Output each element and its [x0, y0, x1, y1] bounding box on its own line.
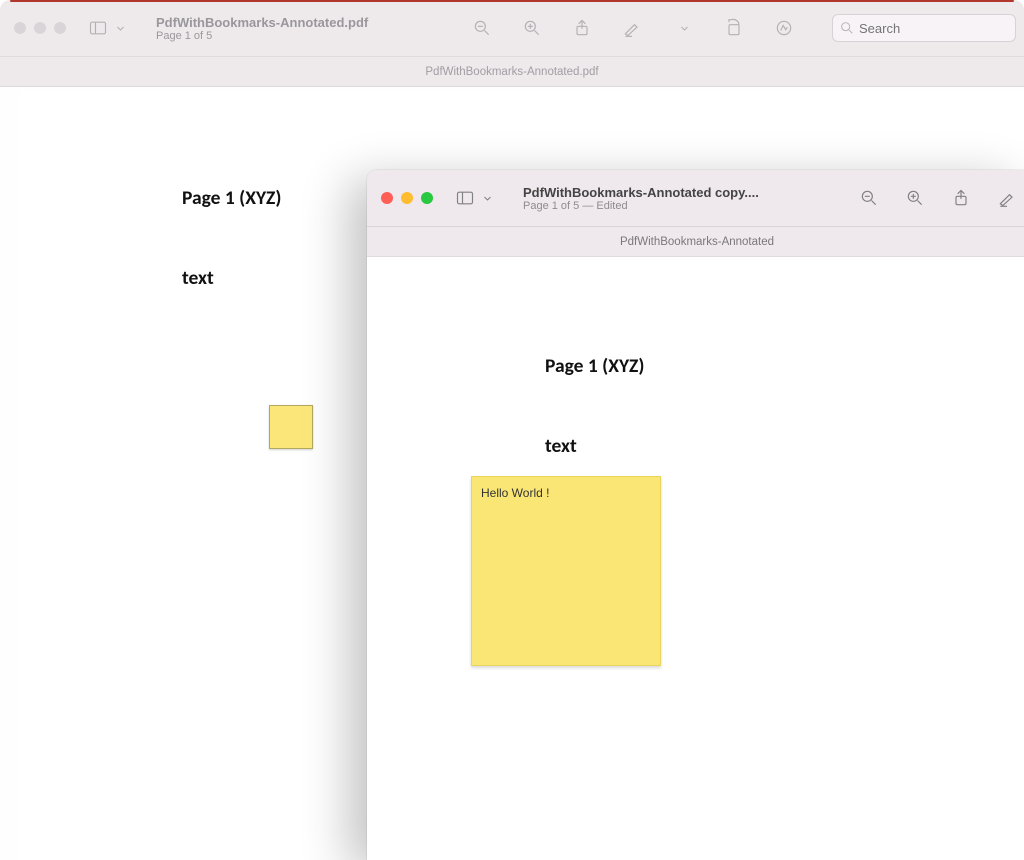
traffic-lights [381, 192, 433, 204]
document-title: PdfWithBookmarks-Annotated copy.... [523, 185, 793, 200]
minimize-button[interactable] [34, 22, 46, 34]
highlight-icon[interactable] [997, 188, 1017, 208]
zoom-in-icon[interactable] [905, 188, 925, 208]
minimize-button[interactable] [401, 192, 413, 204]
highlight-icon[interactable] [622, 18, 642, 38]
sidebar-toggle[interactable] [455, 188, 497, 208]
tab-label[interactable]: PdfWithBookmarks-Annotated [620, 236, 774, 248]
share-icon[interactable] [951, 188, 971, 208]
zoom-in-icon[interactable] [522, 18, 542, 38]
zoom-button[interactable] [54, 22, 66, 34]
search-field[interactable] [832, 14, 1016, 42]
sidebar-icon [88, 18, 108, 38]
tab-bar: PdfWithBookmarks-Annotated [367, 227, 1024, 257]
share-icon[interactable] [572, 18, 592, 38]
sidebar-toggle[interactable] [88, 18, 130, 38]
page-heading: Page 1 (XYZ) [545, 354, 644, 378]
sticky-note[interactable] [269, 405, 313, 449]
page-heading: Page 1 (XYZ) [182, 186, 281, 210]
chevron-down-icon [110, 18, 130, 38]
page-text: text [545, 434, 577, 458]
chevron-down-icon[interactable] [674, 18, 694, 38]
title-stack: PdfWithBookmarks-Annotated copy.... Page… [523, 185, 803, 212]
titlebar: PdfWithBookmarks-Annotated.pdf Page 1 of… [0, 0, 1024, 57]
sticky-note-expanded[interactable]: Hello World ! [471, 476, 661, 666]
pdf-page[interactable]: Page 1 (XYZ) text Hello World ! [379, 260, 1024, 860]
preview-window-active: PdfWithBookmarks-Annotated copy.... Page… [367, 170, 1024, 860]
search-icon [839, 18, 855, 38]
zoom-button[interactable] [421, 192, 433, 204]
titlebar: PdfWithBookmarks-Annotated copy.... Page… [367, 170, 1024, 227]
toolbar [472, 14, 1024, 42]
traffic-lights [14, 22, 66, 34]
markup-icon[interactable] [774, 18, 794, 38]
chevron-down-icon [477, 188, 497, 208]
close-button[interactable] [14, 22, 26, 34]
accent-edge [10, 0, 1014, 2]
page-text: text [182, 266, 214, 290]
toolbar [859, 188, 1024, 208]
sticky-note-text[interactable]: Hello World ! [481, 486, 549, 500]
close-button[interactable] [381, 192, 393, 204]
rotate-icon[interactable] [724, 18, 744, 38]
zoom-out-icon[interactable] [472, 18, 492, 38]
zoom-out-icon[interactable] [859, 188, 879, 208]
page-indicator: Page 1 of 5 [156, 30, 436, 42]
title-stack: PdfWithBookmarks-Annotated.pdf Page 1 of… [156, 15, 436, 42]
document-title: PdfWithBookmarks-Annotated.pdf [156, 15, 436, 30]
sidebar-icon [455, 188, 475, 208]
page-indicator: Page 1 of 5 — Edited [523, 200, 803, 212]
search-input[interactable] [859, 21, 1024, 36]
tab-bar: PdfWithBookmarks-Annotated.pdf [0, 57, 1024, 87]
tab-label[interactable]: PdfWithBookmarks-Annotated.pdf [425, 66, 598, 78]
